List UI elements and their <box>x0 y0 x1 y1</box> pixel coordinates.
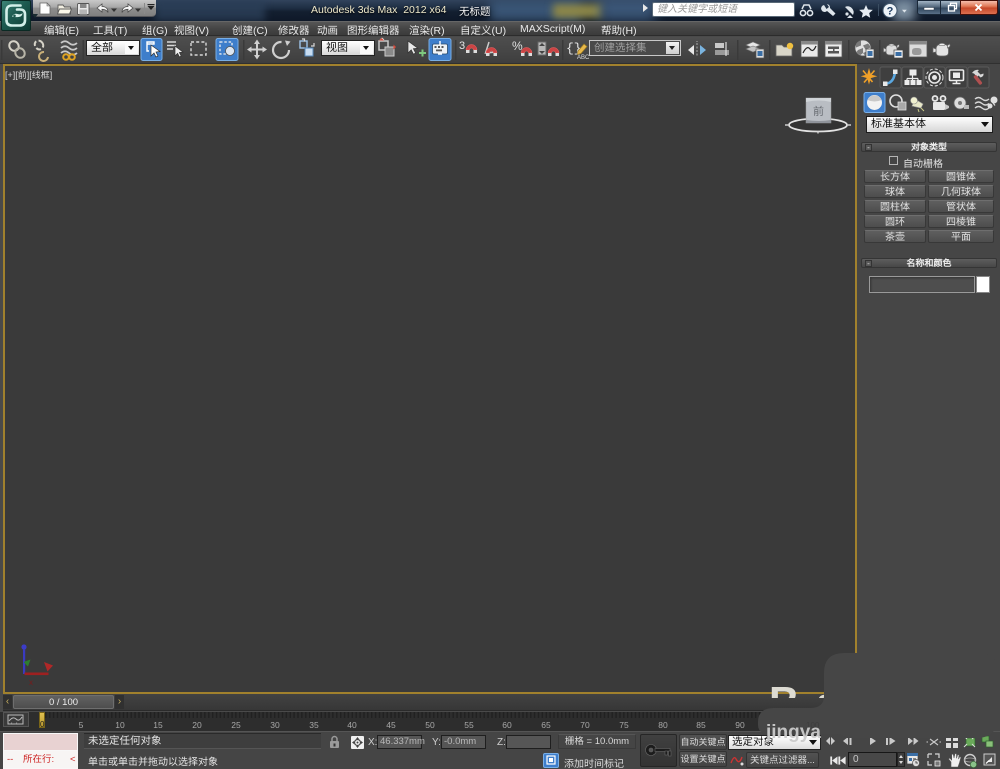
svg-text:65: 65 <box>541 720 551 730</box>
svg-text:3: 3 <box>459 40 465 52</box>
svg-text:35: 35 <box>309 720 319 730</box>
svg-text:x: x <box>29 678 33 686</box>
svg-text:15: 15 <box>153 720 163 730</box>
svg-text:70: 70 <box>580 720 590 730</box>
svg-text:25: 25 <box>231 720 241 730</box>
svg-text:10: 10 <box>115 720 125 730</box>
svg-text:85: 85 <box>696 720 706 730</box>
svg-text:75: 75 <box>619 720 629 730</box>
svg-text:80: 80 <box>658 720 668 730</box>
svg-text:20: 20 <box>192 720 202 730</box>
svg-text:5: 5 <box>79 720 84 730</box>
svg-text:60: 60 <box>502 720 512 730</box>
svg-text:55: 55 <box>464 720 474 730</box>
svg-text:40: 40 <box>347 720 357 730</box>
svg-text:前: 前 <box>813 105 824 118</box>
svg-text:90: 90 <box>735 720 745 730</box>
svg-text:50: 50 <box>425 720 435 730</box>
svg-text:?: ? <box>887 6 894 18</box>
svg-text:45: 45 <box>386 720 396 730</box>
svg-text:30: 30 <box>270 720 280 730</box>
